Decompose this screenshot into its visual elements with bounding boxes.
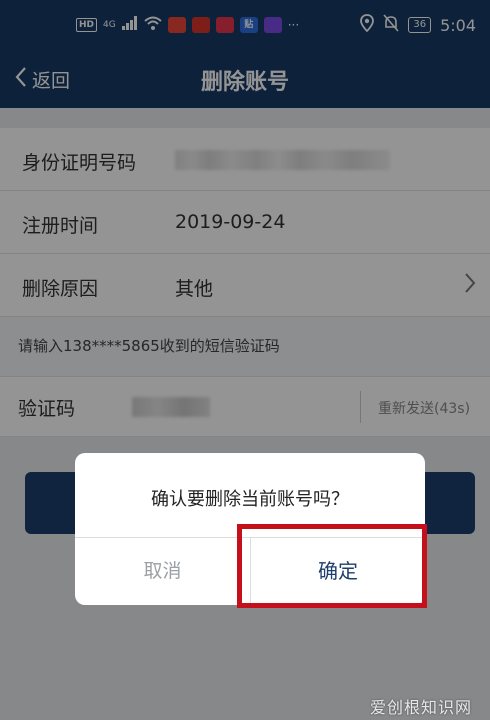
dialog-message: 确认要删除当前账号吗？ [151,489,349,510]
cancel-button[interactable]: 取消 [75,537,250,605]
watermark: 爱创根知识网 [369,698,472,717]
modal-overlay [0,0,490,720]
highlight-annotation [237,524,427,608]
